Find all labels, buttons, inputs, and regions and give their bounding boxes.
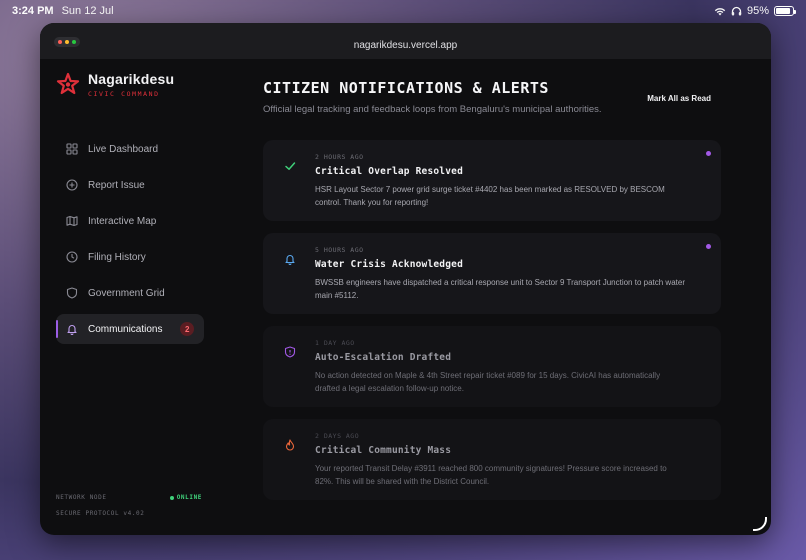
sidebar-item-interactive-map[interactable]: Interactive Map bbox=[56, 206, 204, 236]
sidebar-item-label: Communications bbox=[88, 323, 163, 335]
sidebar-item-label: Filing History bbox=[88, 251, 146, 263]
sidebar-item-report-issue[interactable]: Report Issue bbox=[56, 170, 204, 200]
shield-icon bbox=[284, 346, 296, 358]
maximize-window-dot[interactable] bbox=[72, 40, 76, 44]
brand-tagline: CIVIC COMMAND bbox=[88, 90, 160, 98]
window-controls[interactable] bbox=[54, 37, 80, 47]
flame-icon bbox=[285, 439, 295, 451]
notification-card[interactable]: 2 HOURS AGO Critical Overlap Resolved HS… bbox=[263, 140, 721, 221]
page-subtitle: Official legal tracking and feedback loo… bbox=[263, 104, 602, 115]
notification-time: 2 HOURS AGO bbox=[315, 153, 364, 161]
close-window-dot[interactable] bbox=[58, 40, 62, 44]
ipad-status-bar: 3:24 PM Sun 12 Jul 95% bbox=[0, 0, 806, 22]
sidebar-item-label: Interactive Map bbox=[88, 215, 157, 227]
notification-time: 2 DAYS AGO bbox=[315, 432, 360, 440]
notification-body: BWSSB engineers have dispatched a critic… bbox=[315, 278, 685, 300]
map-icon bbox=[66, 215, 78, 227]
main-content: CITIZEN NOTIFICATIONS & ALERTS Official … bbox=[220, 59, 771, 535]
notification-title: Water Crisis Acknowledged bbox=[315, 259, 463, 270]
battery-icon bbox=[774, 6, 796, 16]
notification-card[interactable]: 1 DAY AGO Auto-Escalation Drafted No act… bbox=[263, 326, 721, 407]
notification-title: Critical Overlap Resolved bbox=[315, 166, 463, 177]
sidebar-item-label: Live Dashboard bbox=[88, 143, 159, 155]
shield-icon bbox=[66, 287, 78, 299]
headphones-icon bbox=[731, 6, 742, 16]
notification-card[interactable]: 5 HOURS AGO Water Crisis Acknowledged BW… bbox=[263, 233, 721, 314]
mark-all-read-button[interactable]: Mark All as Read bbox=[647, 94, 711, 103]
notification-body: Your reported Transit Delay #3911 reache… bbox=[315, 464, 667, 486]
sidebar-item-label: Government Grid bbox=[88, 287, 165, 299]
notification-time: 5 HOURS AGO bbox=[315, 246, 364, 254]
notification-card[interactable]: 2 DAYS AGO Critical Community Mass Your … bbox=[263, 419, 721, 500]
notification-body: HSR Layout Sector 7 power grid surge tic… bbox=[315, 185, 665, 207]
sidebar-item-label: Report Issue bbox=[88, 179, 145, 191]
sidebar-item-filing-history[interactable]: Filing History bbox=[56, 242, 204, 272]
online-status-badge: ONLINE bbox=[170, 494, 202, 501]
browser-toolbar: nagarikdesu.vercel.app bbox=[40, 23, 771, 59]
network-label: NETWORK NODE bbox=[56, 494, 107, 501]
network-status: NETWORK NODE ONLINE SECURE PROTOCOL v4.0… bbox=[56, 494, 202, 517]
wifi-icon bbox=[714, 8, 726, 16]
address-bar[interactable]: nagarikdesu.vercel.app bbox=[40, 32, 771, 51]
unread-indicator bbox=[706, 244, 711, 249]
sidebar-item-live-dashboard[interactable]: Live Dashboard bbox=[56, 134, 204, 164]
notification-time: 1 DAY AGO bbox=[315, 339, 355, 347]
plus-circle-icon bbox=[66, 179, 78, 191]
app-container: Nagarikdesu CIVIC COMMAND Live Dashboard… bbox=[40, 59, 771, 535]
sidebar-item-communications[interactable]: Communications 2 bbox=[56, 314, 204, 344]
status-date: Sun 12 Jul bbox=[61, 5, 114, 17]
notification-body: No action detected on Maple & 4th Street… bbox=[315, 371, 661, 393]
star-logo-icon bbox=[56, 72, 80, 95]
brand-name: Nagarikdesu bbox=[88, 71, 175, 87]
battery-percent: 95% bbox=[746, 5, 769, 17]
sidebar-item-government-grid[interactable]: Government Grid bbox=[56, 278, 204, 308]
bell-icon bbox=[67, 325, 77, 335]
status-time: 3:24 PM bbox=[12, 5, 54, 17]
unread-indicator bbox=[706, 151, 711, 156]
check-icon bbox=[285, 162, 296, 170]
bell-icon bbox=[285, 255, 295, 265]
browser-window: nagarikdesu.vercel.app Nagarikdesu CIVIC… bbox=[40, 23, 771, 535]
sidebar: Nagarikdesu CIVIC COMMAND Live Dashboard… bbox=[40, 59, 220, 535]
brand[interactable]: Nagarikdesu CIVIC COMMAND bbox=[56, 71, 204, 98]
minimize-window-dot[interactable] bbox=[65, 40, 69, 44]
notification-list: 2 HOURS AGO Critical Overlap Resolved HS… bbox=[263, 140, 721, 500]
clock-icon bbox=[66, 251, 78, 263]
notification-title: Auto-Escalation Drafted bbox=[315, 352, 452, 363]
sidebar-nav: Live Dashboard Report Issue Interactive … bbox=[56, 134, 204, 344]
protocol-version: SECURE PROTOCOL v4.02 bbox=[56, 510, 145, 517]
unread-count-badge: 2 bbox=[180, 322, 194, 336]
notification-title: Critical Community Mass bbox=[315, 445, 452, 456]
grid-icon bbox=[66, 143, 78, 155]
